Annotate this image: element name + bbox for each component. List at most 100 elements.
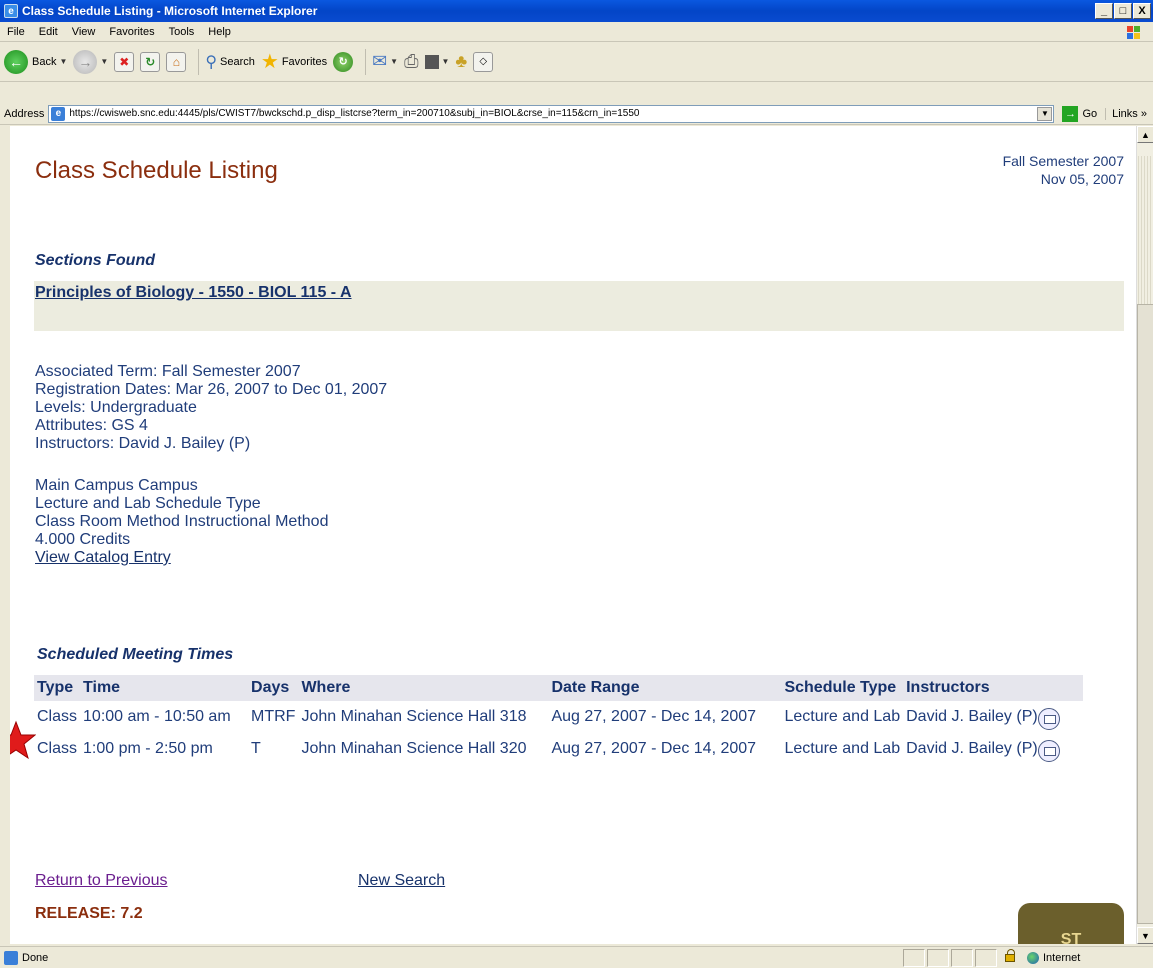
- section-header: Principles of Biology - 1550 - BIOL 115 …: [34, 281, 1124, 331]
- favorites-star-icon: ★: [260, 51, 279, 73]
- back-arrow-icon: ←: [4, 49, 28, 74]
- back-label: Back: [32, 55, 57, 68]
- edit-button[interactable]: ▼: [424, 54, 450, 69]
- toolbar: ← Back ▼ → ▼ ✖ ↻ ⌂ ⚲ Search ★ Favorites …: [0, 42, 1153, 82]
- favorites-button[interactable]: ★ Favorites: [261, 49, 327, 74]
- col-days: Days: [248, 675, 299, 701]
- cell-time: 1:00 pm - 2:50 pm: [83, 740, 213, 757]
- mail-icon: ✉: [372, 51, 388, 71]
- menu-file[interactable]: File: [0, 26, 32, 38]
- status-bar: Done Internet: [0, 946, 1153, 968]
- security-zone[interactable]: Internet: [1023, 949, 1153, 967]
- college-seal-logo: ST: [1018, 903, 1124, 944]
- address-url[interactable]: https://cwisweb.snc.edu:4445/pls/CWIST7/…: [69, 108, 639, 119]
- associated-term: Associated Term: Fall Semester 2007: [35, 363, 301, 380]
- page-title: Class Schedule Listing: [35, 157, 278, 184]
- research-icon[interactable]: ♣: [455, 51, 467, 72]
- ie-icon: e: [4, 4, 18, 18]
- cell-where: John Minahan Science Hall 318: [301, 708, 527, 725]
- search-label: Search: [220, 55, 255, 68]
- scroll-track[interactable]: [1138, 156, 1153, 306]
- scroll-up-icon[interactable]: ▲: [1137, 126, 1153, 143]
- scroll-down-icon[interactable]: ▼: [1137, 927, 1153, 944]
- col-schedule-type: Schedule Type: [781, 675, 904, 701]
- mail-button[interactable]: ✉ ▼: [372, 51, 398, 72]
- close-button[interactable]: X: [1133, 3, 1151, 19]
- address-input[interactable]: e https://cwisweb.snc.edu:4445/pls/CWIST…: [48, 104, 1055, 123]
- new-search-link[interactable]: New Search: [358, 872, 445, 890]
- page-done-icon: [4, 950, 18, 965]
- col-type: Type: [34, 675, 81, 701]
- cell-type: Class: [37, 708, 78, 725]
- registration-dates: Registration Dates: Mar 26, 2007 to Dec …: [35, 381, 388, 398]
- section-title-link[interactable]: Principles of Biology - 1550 - BIOL 115 …: [35, 284, 352, 302]
- col-instructors: Instructors: [903, 675, 1084, 701]
- cell-time: 10:00 am - 10:50 am: [83, 708, 231, 725]
- menu-edit[interactable]: Edit: [32, 26, 65, 38]
- section-details: Associated Term: Fall Semester 2007 Regi…: [35, 363, 387, 567]
- instructors: Instructors: David J. Bailey (P): [35, 435, 251, 452]
- attributes: Attributes: GS 4: [35, 417, 148, 434]
- home-icon[interactable]: ⌂: [166, 51, 187, 72]
- schedule-type: Lecture and Lab Schedule Type: [35, 495, 261, 512]
- links-button[interactable]: Links »: [1105, 107, 1153, 120]
- menu-help[interactable]: Help: [201, 26, 238, 38]
- toolbar-separator: [365, 48, 367, 75]
- menu-bar: File Edit View Favorites Tools Help: [0, 22, 1153, 42]
- menu-tools[interactable]: Tools: [162, 26, 202, 38]
- cell-where: John Minahan Science Hall 320: [301, 740, 527, 757]
- edit-dropdown-icon[interactable]: ▼: [442, 57, 450, 66]
- menu-view[interactable]: View: [65, 26, 103, 38]
- cell-type: Class: [37, 740, 78, 757]
- maximize-button[interactable]: □: [1114, 3, 1132, 19]
- status-cell: [927, 948, 949, 967]
- instructor-name: David J. Bailey (P): [906, 708, 1038, 726]
- col-time: Time: [80, 675, 249, 701]
- status-cell: [903, 948, 925, 967]
- search-icon: ⚲: [205, 53, 218, 71]
- go-button[interactable]: → Go: [1062, 105, 1097, 122]
- menu-favorites[interactable]: Favorites: [102, 26, 161, 38]
- view-catalog-link[interactable]: View Catalog Entry: [35, 549, 171, 566]
- term-info: Fall Semester 2007 Nov 05, 2007: [1003, 152, 1124, 188]
- term-date: Nov 05, 2007: [1040, 171, 1124, 187]
- edit-icon: [424, 54, 439, 69]
- globe-icon: [1027, 951, 1039, 964]
- cell-date-range: Aug 27, 2007 - Dec 14, 2007: [551, 740, 757, 757]
- email-instructor-icon[interactable]: [1037, 740, 1060, 762]
- back-button[interactable]: ← Back ▼: [4, 49, 67, 74]
- refresh-icon[interactable]: ↻: [140, 51, 161, 72]
- go-arrow-icon: →: [1062, 105, 1079, 122]
- sections-found-heading: Sections Found: [35, 252, 155, 269]
- secure-lock-icon[interactable]: [999, 948, 1021, 967]
- minimize-button[interactable]: _: [1095, 3, 1113, 19]
- address-dropdown-icon[interactable]: ▼: [1037, 106, 1053, 121]
- mail-dropdown-icon[interactable]: ▼: [390, 57, 398, 66]
- cell-days: MTRF: [251, 708, 296, 725]
- table-header-row: Type Time Days Where Date Range Schedule…: [34, 675, 1084, 701]
- email-instructor-icon[interactable]: [1037, 708, 1060, 730]
- page-content: Class Schedule Listing Fall Semester 200…: [10, 126, 1136, 944]
- back-dropdown-icon[interactable]: ▼: [59, 57, 67, 66]
- col-where: Where: [298, 675, 549, 701]
- search-button[interactable]: ⚲ Search: [205, 52, 255, 72]
- cell-schedule-type: Lecture and Lab: [784, 740, 901, 757]
- credits: 4.000 Credits: [35, 531, 131, 548]
- messenger-icon[interactable]: ◇: [473, 51, 494, 72]
- campus: Main Campus Campus: [35, 477, 198, 494]
- status-text: Done: [22, 951, 49, 964]
- seal-text: ST: [1060, 931, 1082, 944]
- forward-dropdown-icon[interactable]: ▼: [100, 57, 108, 66]
- window-title-bar[interactable]: e Class Schedule Listing - Microsoft Int…: [0, 0, 1153, 22]
- vertical-scrollbar[interactable]: ▲ ▼: [1136, 126, 1153, 944]
- return-to-previous-link[interactable]: Return to Previous: [35, 872, 168, 890]
- print-icon[interactable]: ⎙: [404, 51, 418, 72]
- term-name: Fall Semester 2007: [1002, 153, 1124, 169]
- scroll-thumb[interactable]: [1137, 304, 1153, 924]
- stop-icon[interactable]: ✖: [114, 51, 135, 72]
- history-icon[interactable]: ↻: [333, 51, 354, 72]
- status-cell: [951, 948, 973, 967]
- cell-days: T: [251, 740, 261, 757]
- forward-button[interactable]: → ▼: [73, 49, 108, 74]
- windows-logo-icon: [1119, 23, 1147, 41]
